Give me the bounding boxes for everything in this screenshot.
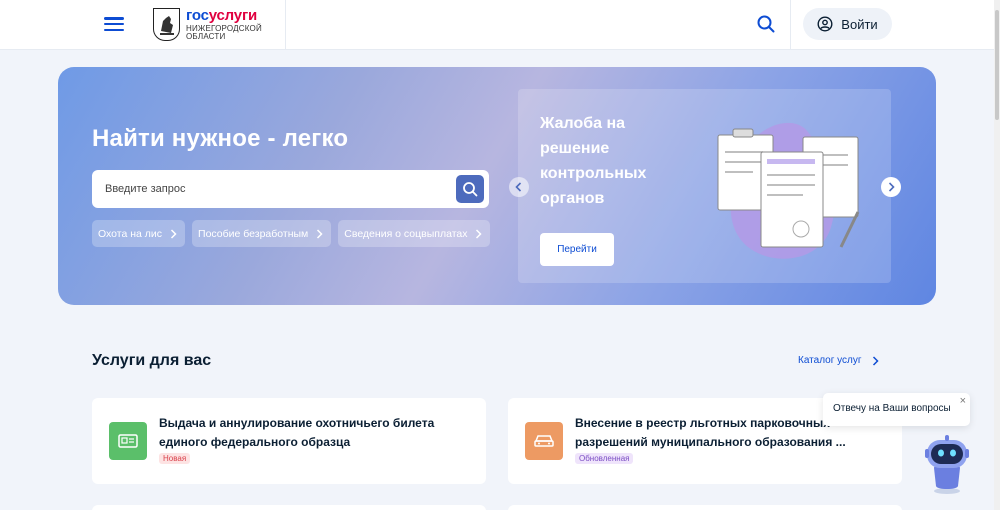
chevron-right-icon xyxy=(872,355,879,366)
scrollbar[interactable] xyxy=(994,0,1000,510)
header-divider xyxy=(285,0,286,50)
service-card[interactable]: Выдача и аннулирование охотничьего билет… xyxy=(92,398,486,484)
quick-link-chip[interactable]: Сведения о соцвыплатах xyxy=(338,220,491,247)
service-card-title: Выдача и аннулирование охотничьего билет… xyxy=(159,416,435,449)
promo-slide: Жалоба на решение контрольных органов Пе… xyxy=(518,89,891,283)
chevron-right-icon xyxy=(888,182,895,192)
service-card[interactable] xyxy=(92,505,486,510)
header-divider xyxy=(790,0,791,50)
search-input[interactable] xyxy=(92,170,450,208)
slider-prev-button[interactable] xyxy=(509,177,529,197)
chat-bubble[interactable]: Отвечу на Ваши вопросы × xyxy=(823,393,970,426)
slider-next-button[interactable] xyxy=(881,177,901,197)
quick-link-chip[interactable]: Охота на лис xyxy=(92,220,186,247)
logo-subtitle-2: области xyxy=(186,32,226,41)
crest-icon xyxy=(153,8,180,41)
chevron-right-icon xyxy=(476,228,483,239)
section-title: Услуги для вас xyxy=(92,352,212,369)
search-submit-button[interactable] xyxy=(456,175,484,203)
chevron-right-icon xyxy=(317,228,323,239)
hero-banner: Найти нужное - легко Охота на лис Пособи… xyxy=(58,67,936,305)
header: госуслуги Нижегородской области Войти xyxy=(0,0,994,50)
promo-go-button[interactable]: Перейти xyxy=(540,233,614,266)
logo-title: госуслуги xyxy=(186,7,258,24)
catalog-link[interactable]: Каталог услуг xyxy=(798,355,879,366)
search-icon[interactable] xyxy=(756,14,776,34)
logo[interactable]: госуслуги Нижегородской области xyxy=(153,8,262,41)
status-badge: Обновленная xyxy=(575,453,634,464)
status-badge: Новая xyxy=(159,453,191,464)
banner-title: Найти нужное - легко xyxy=(92,125,349,152)
id-card-icon xyxy=(109,422,147,460)
robot-assistant-icon[interactable] xyxy=(924,434,970,494)
login-button[interactable]: Войти xyxy=(803,8,892,40)
menu-icon[interactable] xyxy=(104,15,124,33)
quick-link-chip[interactable]: Пособие безработным xyxy=(192,220,332,247)
promo-title: Жалоба на решение контрольных органов xyxy=(540,115,647,207)
chevron-left-icon xyxy=(515,182,522,192)
service-card[interactable] xyxy=(508,505,902,510)
quick-links: Охота на лис Пособие безработным Сведени… xyxy=(92,220,491,247)
chevron-right-icon xyxy=(171,228,177,239)
documents-illustration xyxy=(717,122,860,259)
user-icon xyxy=(817,16,833,32)
car-icon xyxy=(525,422,563,460)
close-icon[interactable]: × xyxy=(960,395,966,407)
scrollbar-thumb[interactable] xyxy=(995,10,999,120)
search-icon xyxy=(463,182,478,197)
login-label: Войти xyxy=(841,16,878,32)
search-box xyxy=(92,170,489,208)
chat-bubble-text: Отвечу на Ваши вопросы xyxy=(833,403,951,414)
